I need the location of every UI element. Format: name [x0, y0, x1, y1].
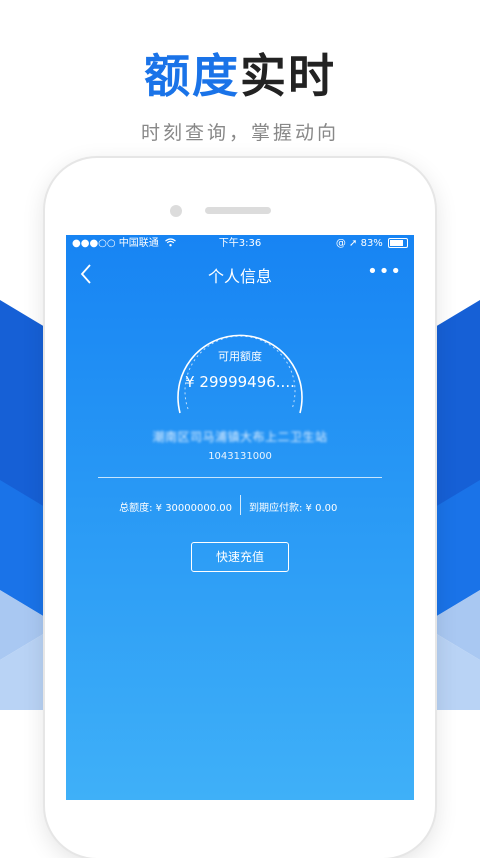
location-arrow-icon: ➚: [349, 238, 358, 249]
status-bar: ●●●○○ 中国联通 下午3:36 @ ➚ 83%: [66, 235, 414, 253]
balance-gauge: [177, 334, 303, 414]
credit-summary: 总额度: ¥ 30000000.00 到期应付款: ¥ 0.00: [66, 493, 414, 517]
lock-rotation-icon: @: [335, 238, 346, 249]
nav-bar: 个人信息 •••: [66, 259, 414, 289]
summary-separator: [240, 495, 241, 515]
phone-speaker: [205, 207, 271, 214]
available-amount: ¥ 29999496....: [185, 373, 295, 391]
promo-title: 额度实时: [0, 48, 480, 104]
available-label: 可用额度: [218, 350, 262, 363]
more-button[interactable]: •••: [367, 261, 402, 283]
quick-recharge-button[interactable]: 快速充值: [191, 542, 289, 572]
battery-text: 83%: [360, 238, 383, 249]
promo-title-rest: 实时: [240, 49, 336, 103]
total-credit: 总额度: ¥ 30000000.00: [119, 503, 232, 514]
divider: [98, 477, 382, 478]
account-number: 1043131000: [208, 451, 272, 462]
phone-camera: [170, 205, 182, 217]
due-payment: 到期应付款: ¥ 0.00: [249, 503, 338, 514]
promo-subtitle: 时刻查询，掌握动向: [140, 122, 339, 144]
right-decoration: [430, 300, 480, 710]
promo-title-accent: 额度: [144, 49, 240, 103]
status-right: @ ➚ 83%: [336, 235, 408, 253]
battery-icon: [388, 238, 408, 248]
page-title: 个人信息: [207, 267, 272, 286]
location-name: 潮南区司马浦镇大布上二卫生站: [152, 430, 328, 444]
more-icon: •••: [367, 261, 402, 282]
app-screen: ●●●○○ 中国联通 下午3:36 @ ➚ 83% 个人信息 ••• 可用额度 …: [66, 235, 414, 800]
